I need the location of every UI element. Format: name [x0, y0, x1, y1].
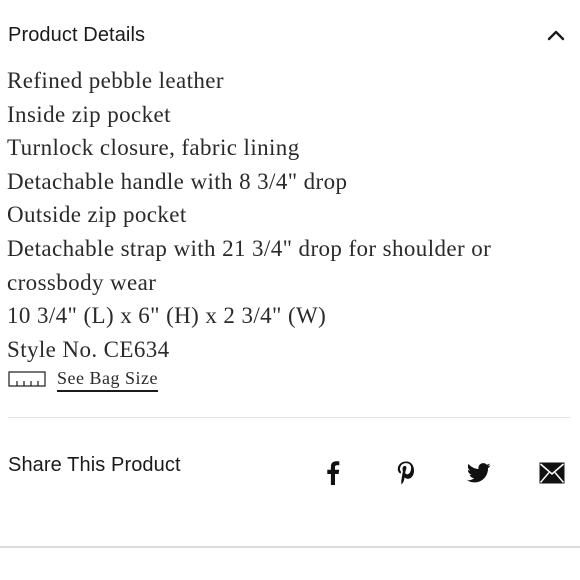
product-details-page: Product Details Refined pebble leather I… [0, 0, 580, 580]
detail-line-closure: Turnlock closure, fabric lining [7, 135, 300, 161]
detail-line-style-number: Style No. CE634 [7, 336, 170, 362]
detail-line-strap: Detachable strap with 21 3/4" drop for s… [7, 235, 492, 295]
detail-line-dimensions: 10 3/4" (L) x 6" (H) x 2 3/4" (W) [7, 303, 327, 329]
share-title: Share This Product [8, 454, 181, 476]
detail-line-outside-pocket: Outside zip pocket [7, 202, 187, 228]
section-divider [8, 417, 570, 418]
detail-line-material: Refined pebble leather [7, 68, 224, 93]
detail-line-inside-pocket: Inside zip pocket [7, 101, 171, 127]
product-details-header[interactable]: Product Details [8, 20, 572, 50]
twitter-icon[interactable] [466, 460, 492, 486]
product-details-title: Product Details [8, 23, 146, 46]
facebook-icon[interactable] [320, 460, 346, 486]
product-details-list: Refined pebble leather Inside zip pocket… [7, 64, 567, 366]
pinterest-icon[interactable] [393, 460, 419, 486]
ruler-icon [8, 371, 46, 387]
bottom-divider [0, 546, 580, 548]
see-bag-size-link[interactable]: See Bag Size [57, 368, 158, 392]
bag-size-row: See Bag Size [8, 368, 158, 396]
chevron-up-icon[interactable] [546, 25, 566, 45]
detail-line-handle: Detachable handle with 8 3/4" drop [7, 168, 348, 194]
email-icon[interactable] [539, 460, 565, 486]
